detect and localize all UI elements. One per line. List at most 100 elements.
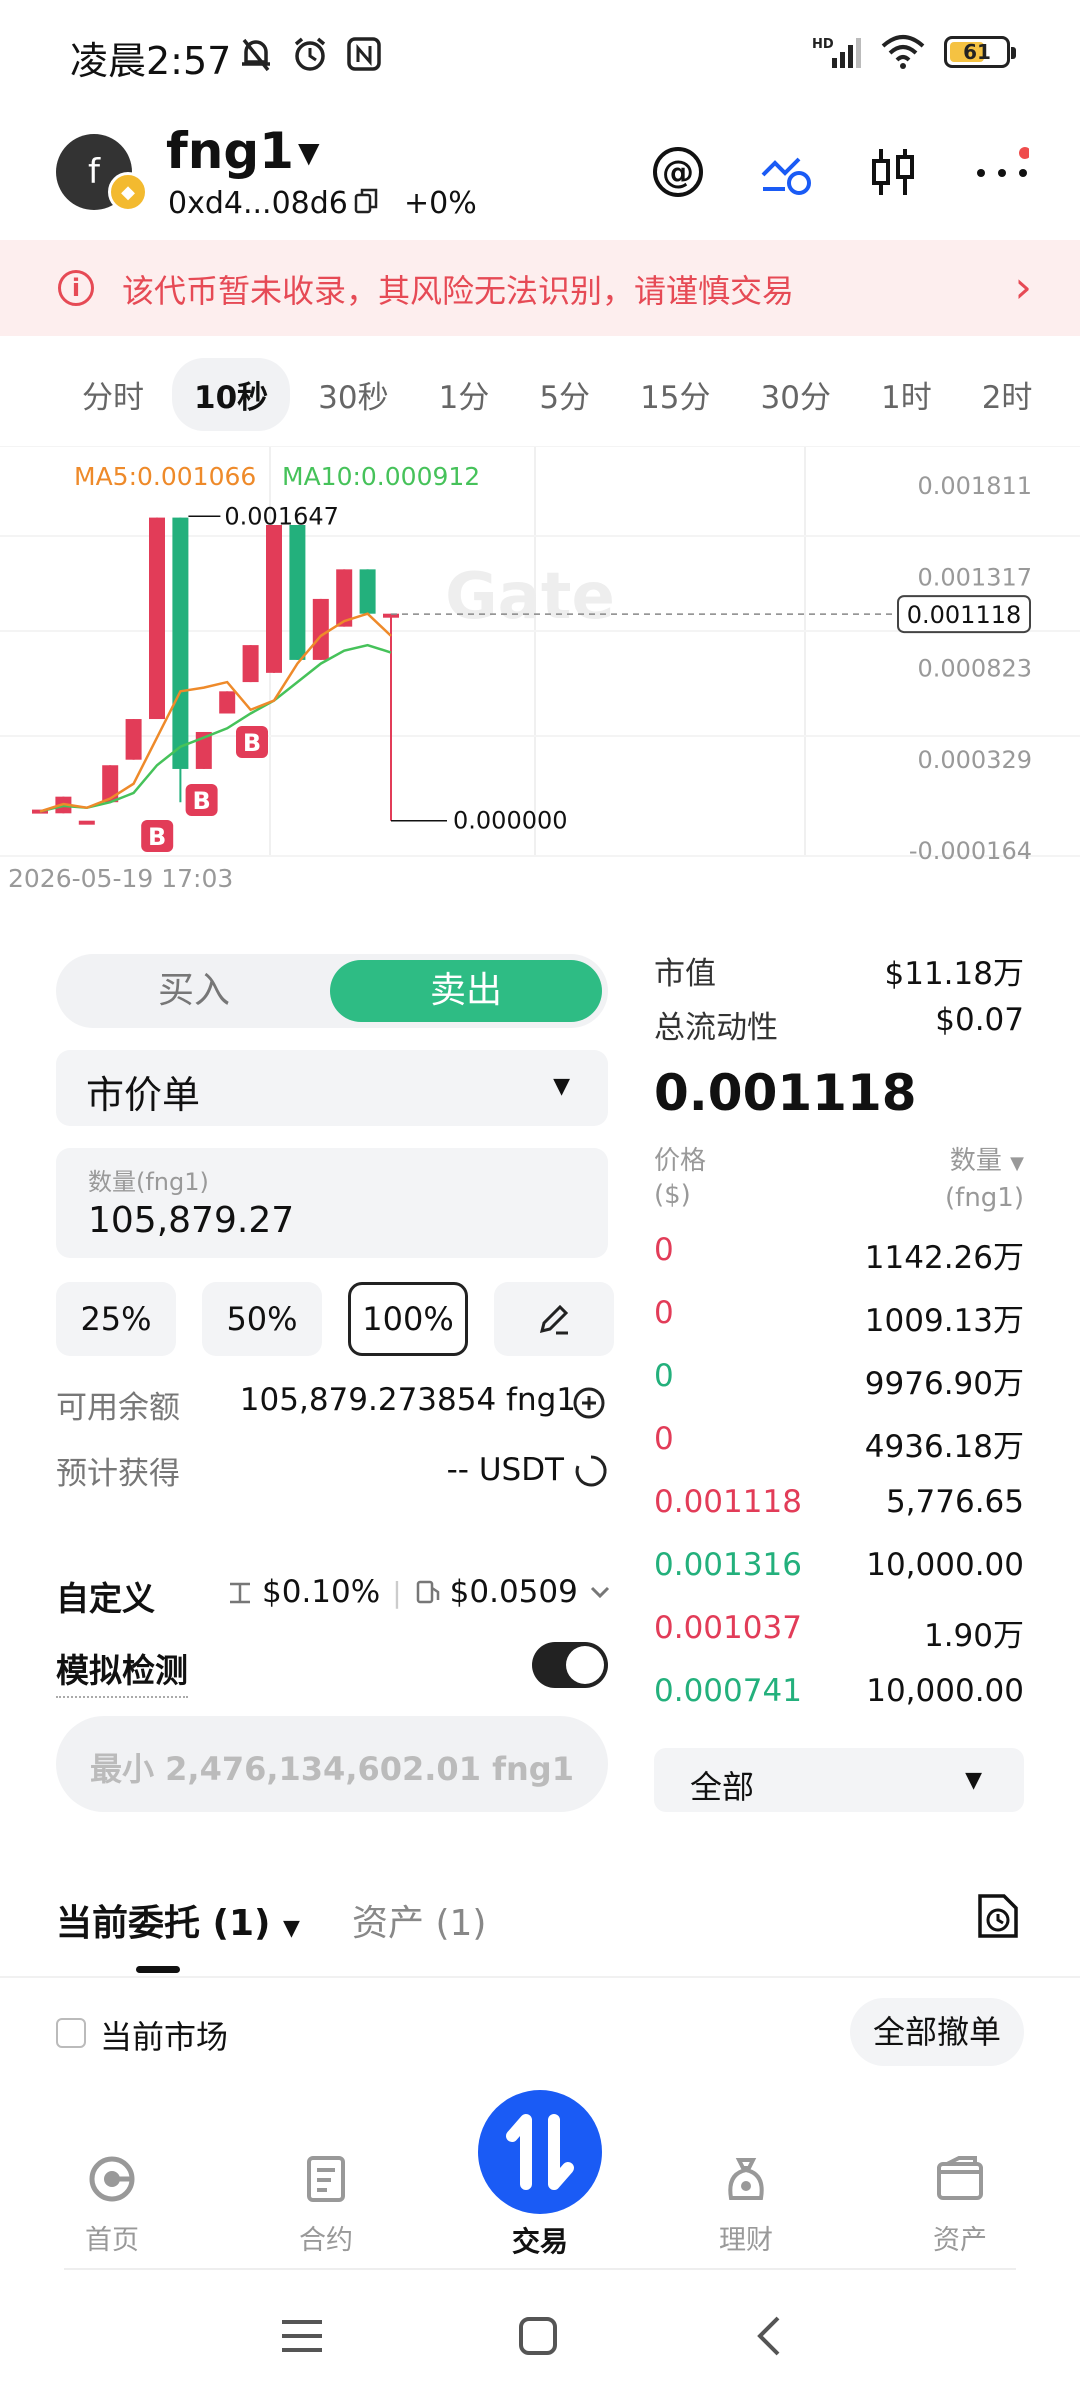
current-market-checkbox[interactable]: [56, 2018, 86, 2048]
orderbook-row[interactable]: 0 9976.90万: [654, 1358, 1024, 1402]
nav-futures[interactable]: 合约: [266, 2154, 386, 2257]
orderbook-row[interactable]: 0.000741 10,000.00: [654, 1673, 1024, 1713]
status-left-icons: [236, 34, 384, 74]
candle-body: [312, 598, 329, 660]
svg-text:HD: HD: [812, 37, 834, 52]
tab-interval[interactable]: 1时: [859, 358, 954, 431]
candle-body: [102, 765, 119, 803]
candle-body: [219, 691, 236, 714]
slippage-gas-settings[interactable]: $0.10% | $0.0509: [226, 1574, 614, 1610]
sell-tab[interactable]: 卖出: [330, 960, 602, 1022]
quantity-input[interactable]: 数量(fng1) 105,879.27: [56, 1148, 608, 1258]
orderbook-row[interactable]: 0.001118 5,776.65: [654, 1484, 1024, 1524]
back-icon[interactable]: [754, 2314, 784, 2358]
candle-body: [78, 820, 95, 825]
percent-100-button[interactable]: 100%: [348, 1282, 468, 1356]
divider: [0, 1976, 1080, 1978]
buy-marker-label: B: [148, 823, 166, 851]
price-alert-icon[interactable]: [758, 144, 814, 200]
candlestick-chart[interactable]: Gate 0.001811 0.001317 0.000823 0.000329 -0.0…: [0, 446, 1080, 906]
signal-icon: HD: [812, 37, 861, 68]
nfc-icon: [347, 37, 381, 71]
orderbook-row[interactable]: 0.001316 10,000.00: [654, 1547, 1024, 1587]
market-cap-label: 市值: [654, 956, 716, 992]
separator: |: [392, 1575, 402, 1609]
menu-icon[interactable]: [280, 2316, 324, 2356]
tab-assets[interactable]: 资产 (1): [352, 1894, 486, 1946]
orderbook-row[interactable]: 0 1009.13万: [654, 1295, 1024, 1339]
battery-icon: 61: [944, 36, 1016, 68]
cancel-all-button[interactable]: 全部撤单: [850, 1998, 1024, 2066]
percent-50-button[interactable]: 50%: [202, 1282, 322, 1356]
candle-body: [242, 645, 259, 683]
buy-tab[interactable]: 买入: [56, 954, 332, 1028]
tab-interval[interactable]: 15分: [618, 358, 732, 431]
tab-interval[interactable]: 30分: [739, 358, 853, 431]
orderbook-row[interactable]: 0 4936.18万: [654, 1421, 1024, 1465]
quantity-label: 数量(fng1): [88, 1168, 209, 1196]
bnb-chain-icon: ◆: [108, 172, 148, 212]
tab-indicator: [136, 1966, 180, 1973]
buy-marker-label: B: [243, 729, 261, 757]
simulation-check-label: 模拟检测: [56, 1644, 188, 1698]
caret-down-icon: ▼: [283, 1916, 300, 1941]
token-name[interactable]: fng1: [166, 122, 294, 180]
orderbook-row[interactable]: 0 1142.26万: [654, 1232, 1024, 1276]
bottom-nav: 首页 合约 交易 理财 资产: [0, 2090, 1080, 2270]
orderbook-price: 0.000741: [654, 1673, 802, 1709]
tab-interval[interactable]: 分时: [60, 358, 166, 431]
mention-icon[interactable]: @: [650, 144, 706, 200]
slippage-icon: [230, 1582, 250, 1604]
nav-trade-button[interactable]: [478, 2090, 602, 2214]
add-circle-icon[interactable]: [572, 1386, 606, 1420]
order-history-icon[interactable]: [976, 1892, 1020, 1940]
order-type-select[interactable]: 市价单 ▼: [56, 1050, 608, 1126]
candle-body: [149, 517, 165, 720]
tab-current-orders[interactable]: 当前委托 (1) ▼: [56, 1894, 300, 1946]
nav-assets[interactable]: 资产: [900, 2154, 1020, 2257]
orderbook-qty: 1009.13万: [864, 1303, 1024, 1339]
contract-icon: [307, 2156, 345, 2202]
y-tick-label: 0.000823: [917, 655, 1032, 683]
orderbook-price: 0.001316: [654, 1547, 802, 1583]
available-value: 105,879.273854 fng1: [239, 1382, 576, 1418]
gas-icon: [416, 1580, 439, 1604]
submit-sell-button[interactable]: 最小 2,476,134,602.01 fng1: [56, 1716, 608, 1812]
copy-icon[interactable]: [354, 188, 378, 214]
percent-25-button[interactable]: 25%: [56, 1282, 176, 1356]
tab-interval[interactable]: 30秒: [296, 358, 410, 431]
price-change: +0%: [404, 186, 477, 221]
estimate-value: -- USDT: [446, 1452, 564, 1488]
market-cap-value: $11.18万: [884, 956, 1024, 992]
edit-percent-button[interactable]: [494, 1282, 614, 1356]
orderbook-qty: 4936.18万: [864, 1429, 1024, 1465]
caret-down-icon: ▼: [1010, 1153, 1024, 1174]
tab-interval[interactable]: 2时: [960, 358, 1055, 431]
orderbook-row[interactable]: 0.001037 1.90万: [654, 1610, 1024, 1654]
more-icon[interactable]: [974, 144, 1030, 200]
candle-body: [172, 517, 189, 769]
home-square-icon[interactable]: [518, 2316, 558, 2356]
tab-interval[interactable]: 1分: [417, 358, 512, 431]
orderbook-price: 0: [654, 1421, 674, 1457]
nav-home[interactable]: 首页: [52, 2154, 172, 2257]
caret-down-icon: ▼: [553, 1074, 570, 1099]
orderbook-qty: 1142.26万: [864, 1240, 1024, 1276]
orderbook-qty-header[interactable]: 数量 ▼ (fng1): [945, 1144, 1024, 1215]
y-tick-label: -0.000164: [909, 837, 1032, 865]
liquidity-label: 总流动性: [654, 1010, 778, 1046]
nav-finance[interactable]: 理财: [686, 2154, 806, 2257]
orderbook-price: 0.001118: [654, 1484, 802, 1520]
ma5-label: MA5:0.001066: [74, 462, 257, 491]
tab-interval[interactable]: 10秒: [172, 358, 291, 431]
system-nav-bar: [0, 2280, 1080, 2400]
home-icon: [89, 2156, 135, 2202]
ma5-line: [39, 612, 392, 813]
simulation-toggle[interactable]: [532, 1642, 608, 1688]
candlestick-icon[interactable]: [866, 144, 922, 200]
trade-filter-select[interactable]: 全部 ▼: [654, 1748, 1024, 1812]
alarm-icon: [294, 37, 326, 71]
caret-down-icon[interactable]: ▼: [298, 136, 320, 169]
risk-warning-banner[interactable]: i 该代币暂未收录，其风险无法识别，请谨慎交易 ›: [0, 240, 1080, 336]
tab-interval[interactable]: 5分: [517, 358, 612, 431]
